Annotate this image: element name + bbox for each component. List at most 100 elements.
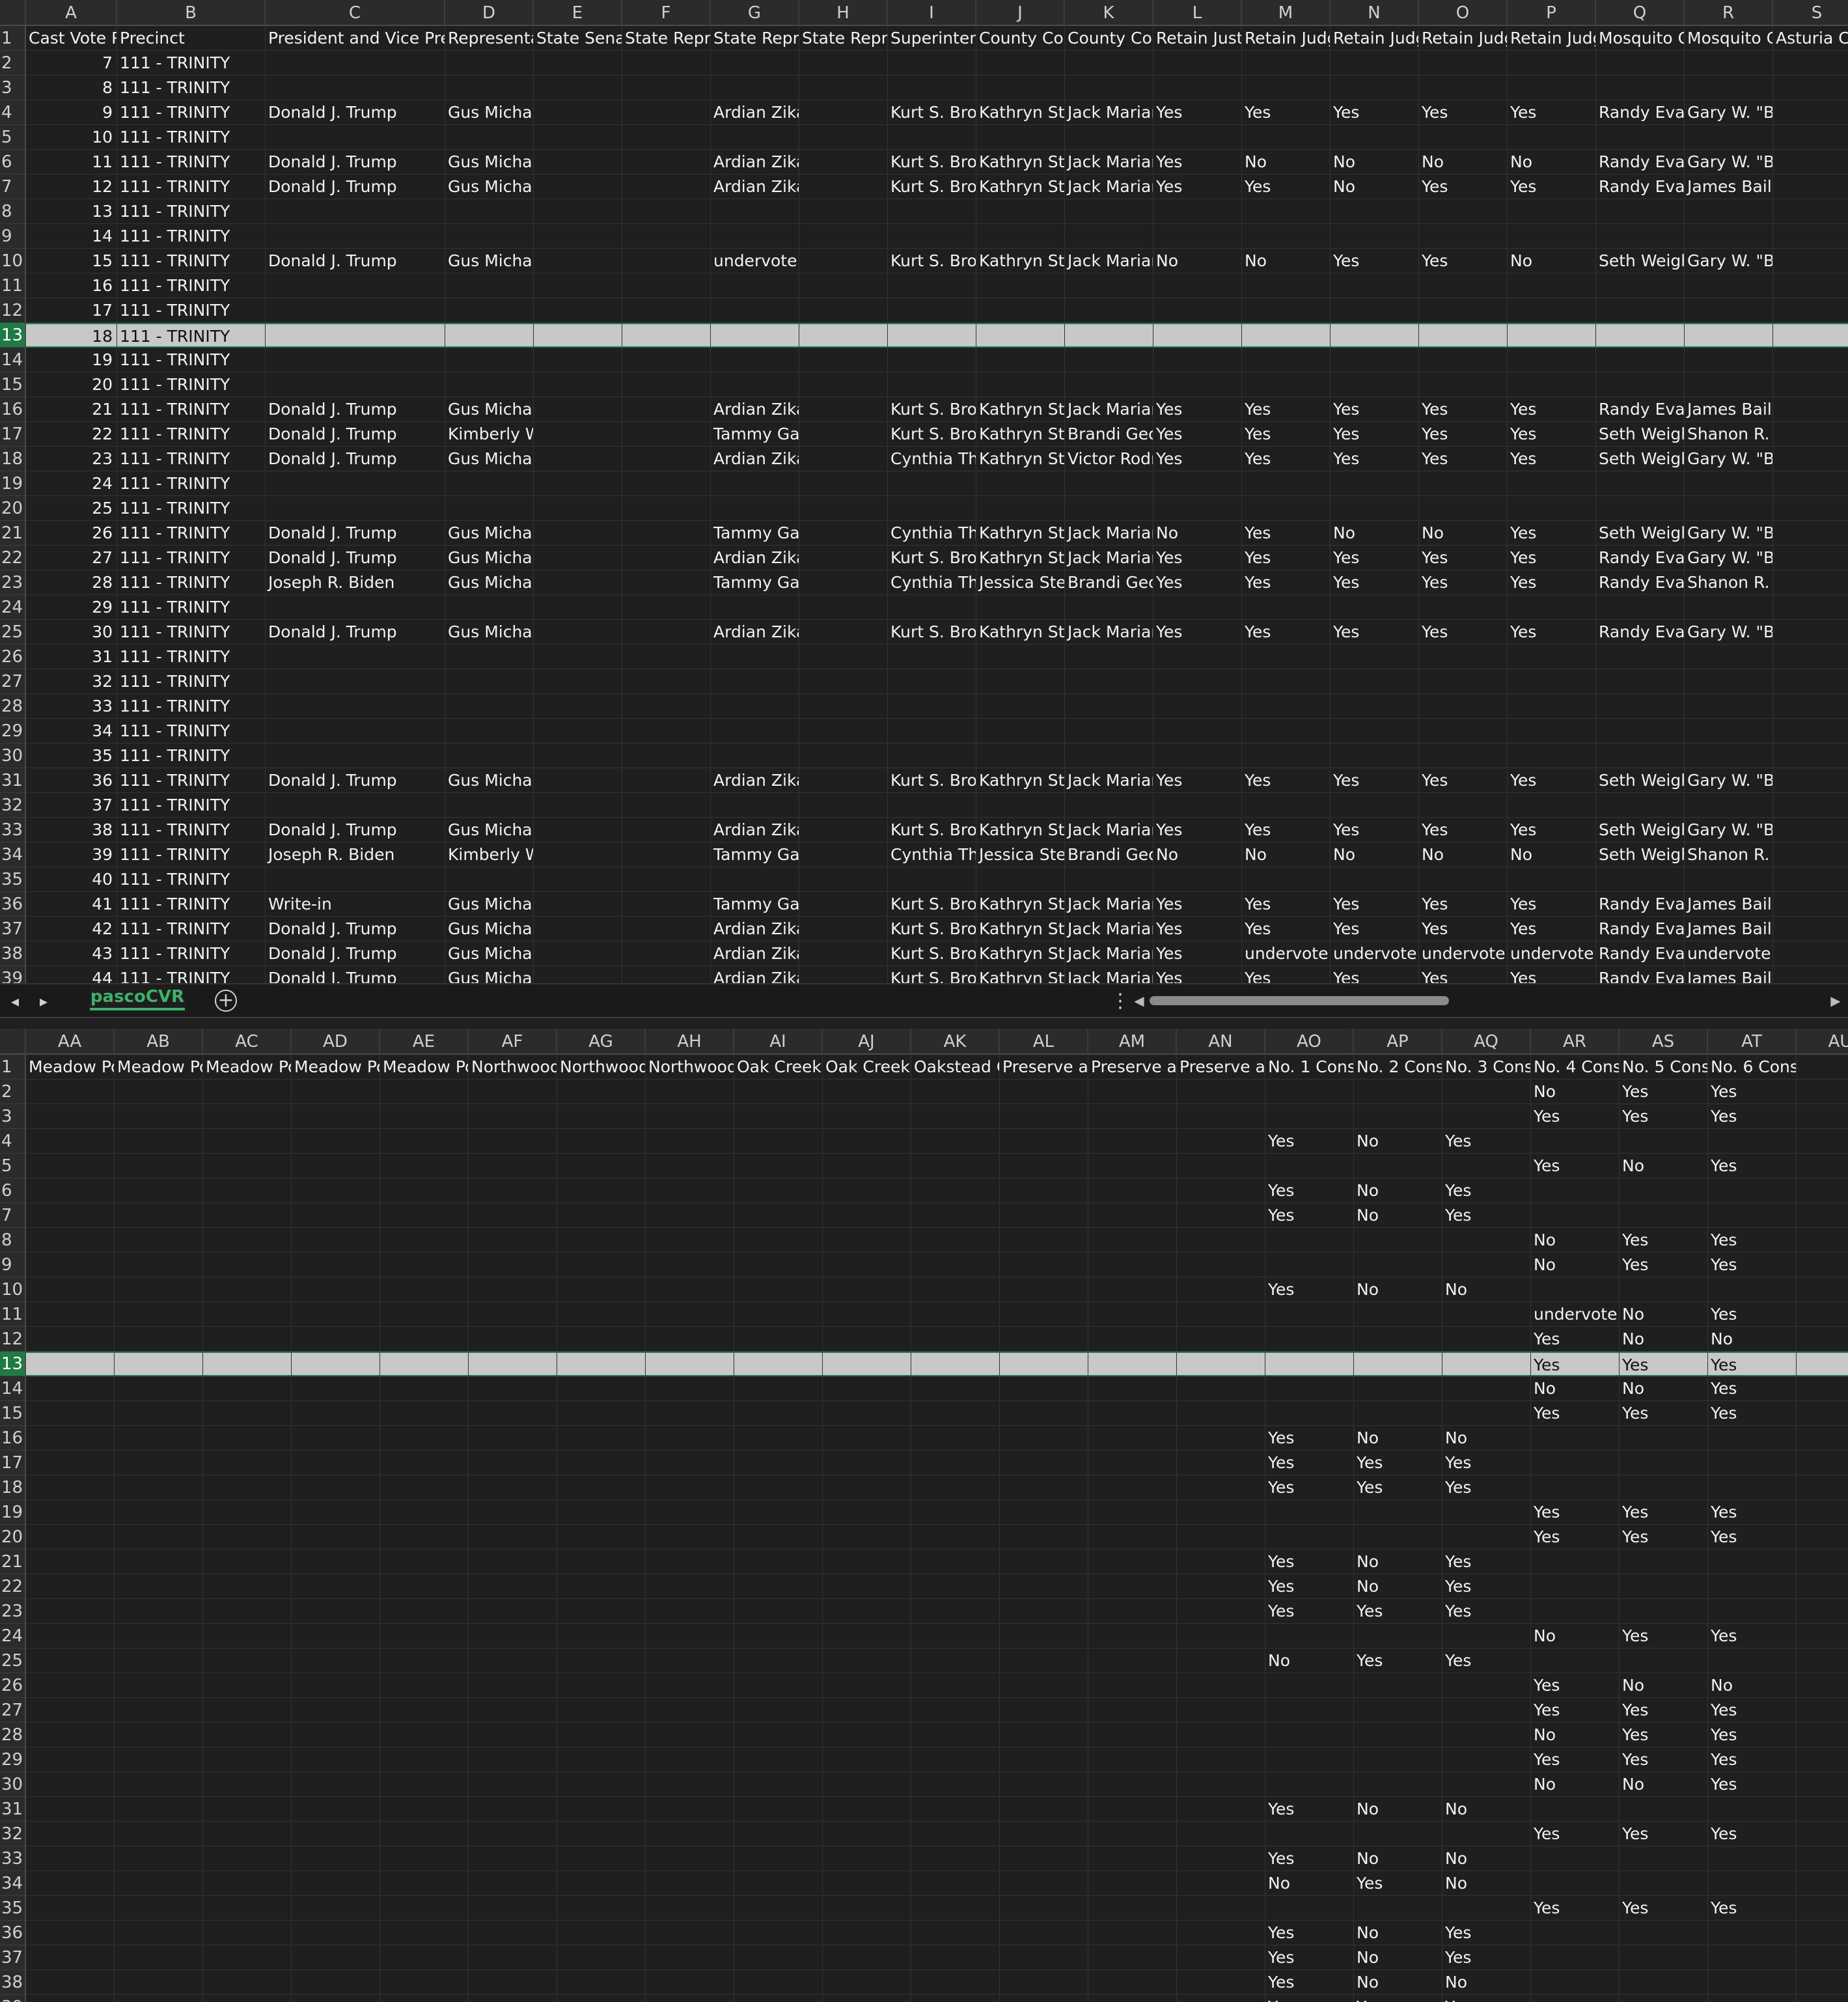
cell-af3[interactable] [469, 1104, 557, 1129]
cell-a17[interactable]: 22 [26, 422, 117, 447]
cell-k16[interactable]: Jack Mariano [1065, 397, 1153, 422]
cell-o24[interactable] [1419, 595, 1508, 620]
cell-ai13[interactable] [734, 1352, 823, 1376]
cell-r32[interactable] [1685, 793, 1773, 818]
cell-m10[interactable]: No [1242, 249, 1331, 273]
cell-ar15[interactable]: Yes [1531, 1401, 1620, 1426]
cell-f30[interactable] [622, 744, 711, 768]
cell-aj3[interactable] [823, 1104, 911, 1129]
row-header[interactable]: 15 [0, 372, 26, 397]
cell-m36[interactable]: Yes [1242, 892, 1331, 917]
cell-at15[interactable]: Yes [1708, 1401, 1797, 1426]
cell-n20[interactable] [1331, 496, 1419, 521]
cell-au29[interactable] [1797, 1747, 1848, 1772]
row-header[interactable]: 34 [0, 1871, 26, 1896]
cell-p34[interactable]: No [1508, 842, 1596, 867]
cell-ao12[interactable] [1265, 1327, 1354, 1352]
cell-an30[interactable] [1177, 1772, 1265, 1797]
cell-ar30[interactable]: No [1531, 1772, 1620, 1797]
cell-j34[interactable]: Jessica Sterling [976, 842, 1065, 867]
cell-k17[interactable]: Brandi Geoit [1065, 422, 1153, 447]
cell-g30[interactable] [711, 744, 799, 768]
cell-q1[interactable]: Mosquito Control [1596, 26, 1685, 51]
cell-ad20[interactable] [292, 1525, 380, 1550]
cell-ak38[interactable] [911, 1970, 1000, 1995]
column-header-ag[interactable]: AG [557, 1029, 646, 1055]
cell-aa30[interactable] [26, 1772, 115, 1797]
cell-ad2[interactable] [292, 1079, 380, 1104]
row-header[interactable]: 16 [0, 1426, 26, 1451]
cell-ag6[interactable] [557, 1178, 646, 1203]
cell-s10[interactable] [1773, 249, 1848, 273]
cell-g29[interactable] [711, 719, 799, 744]
cell-au1[interactable] [1797, 1055, 1848, 1079]
cell-ar11[interactable]: undervote [1531, 1302, 1620, 1327]
cell-at3[interactable]: Yes [1708, 1104, 1797, 1129]
cell-i7[interactable]: Kurt S. Browning [888, 174, 976, 199]
cell-c7[interactable]: Donald J. Trump [266, 174, 445, 199]
cell-c19[interactable] [266, 471, 445, 496]
cell-n5[interactable] [1331, 125, 1419, 150]
cell-ah21[interactable] [646, 1550, 734, 1574]
cell-ad9[interactable] [292, 1253, 380, 1277]
row-header[interactable]: 39 [0, 966, 26, 983]
cell-au37[interactable] [1797, 1945, 1848, 1970]
cell-ab32[interactable] [115, 1822, 203, 1846]
cell-ad7[interactable] [292, 1203, 380, 1228]
cell-ag5[interactable] [557, 1154, 646, 1178]
cell-af7[interactable] [469, 1203, 557, 1228]
cell-q26[interactable] [1596, 645, 1685, 669]
cell-aa7[interactable] [26, 1203, 115, 1228]
cell-a18[interactable]: 23 [26, 447, 117, 471]
cell-at24[interactable]: Yes [1708, 1624, 1797, 1648]
cell-ao39[interactable]: Yes [1265, 1995, 1354, 2002]
cell-l26[interactable] [1153, 645, 1242, 669]
cell-m14[interactable] [1242, 348, 1331, 372]
cell-at11[interactable]: Yes [1708, 1302, 1797, 1327]
cell-aa10[interactable] [26, 1277, 115, 1302]
cell-ae11[interactable] [380, 1302, 469, 1327]
cell-ai20[interactable] [734, 1525, 823, 1550]
cell-am10[interactable] [1088, 1277, 1177, 1302]
cell-am8[interactable] [1088, 1228, 1177, 1253]
cell-aj13[interactable] [823, 1352, 911, 1376]
cell-af33[interactable] [469, 1846, 557, 1871]
cell-l25[interactable]: Yes [1153, 620, 1242, 645]
row-header[interactable]: 12 [0, 1327, 26, 1352]
cell-h14[interactable] [799, 348, 888, 372]
cell-ap8[interactable] [1354, 1228, 1442, 1253]
cell-k3[interactable] [1065, 76, 1153, 100]
more-options-icon[interactable]: ⋮ [1110, 988, 1130, 1014]
cell-ah34[interactable] [646, 1871, 734, 1896]
cell-aa32[interactable] [26, 1822, 115, 1846]
cell-j18[interactable]: Kathryn Starkey [976, 447, 1065, 471]
cell-s7[interactable] [1773, 174, 1848, 199]
cell-f7[interactable] [622, 174, 711, 199]
cell-f16[interactable] [622, 397, 711, 422]
row-header[interactable]: 38 [0, 1970, 26, 1995]
cell-l4[interactable]: Yes [1153, 100, 1242, 125]
row-header[interactable]: 30 [0, 744, 26, 768]
cell-as3[interactable]: Yes [1620, 1104, 1708, 1129]
cell-c34[interactable]: Joseph R. Biden [266, 842, 445, 867]
cell-ap39[interactable]: Yes [1354, 1995, 1442, 2002]
cell-am29[interactable] [1088, 1747, 1177, 1772]
cell-h18[interactable] [799, 447, 888, 471]
sheet-tab-pascocvr[interactable]: pascoCVR [90, 984, 185, 1010]
cell-f10[interactable] [622, 249, 711, 273]
cell-ak36[interactable] [911, 1921, 1000, 1945]
cell-o22[interactable]: Yes [1419, 546, 1508, 570]
cell-as28[interactable]: Yes [1620, 1723, 1708, 1747]
cell-l29[interactable] [1153, 719, 1242, 744]
cell-aq30[interactable] [1442, 1772, 1531, 1797]
cell-n11[interactable] [1331, 273, 1419, 298]
cell-aj23[interactable] [823, 1599, 911, 1624]
cell-at13[interactable]: Yes [1708, 1352, 1797, 1376]
cell-ag32[interactable] [557, 1822, 646, 1846]
cell-ar26[interactable]: Yes [1531, 1673, 1620, 1698]
cell-k27[interactable] [1065, 669, 1153, 694]
row-header[interactable]: 15 [0, 1401, 26, 1426]
cell-r9[interactable] [1685, 224, 1773, 249]
cell-l23[interactable]: Yes [1153, 570, 1242, 595]
cell-ap37[interactable]: No [1354, 1945, 1442, 1970]
